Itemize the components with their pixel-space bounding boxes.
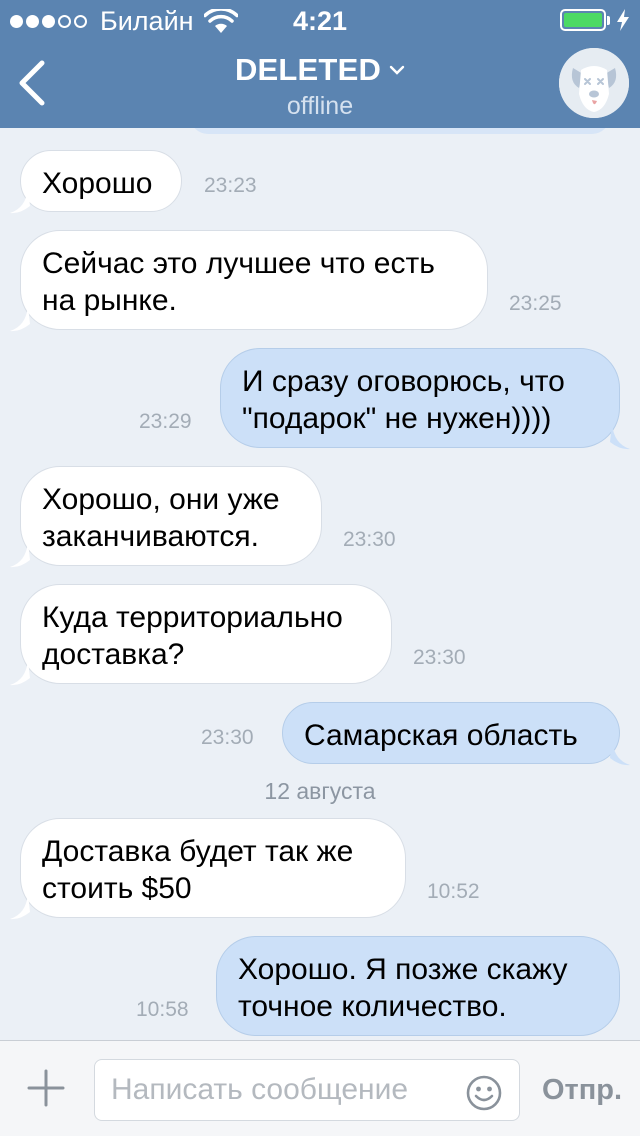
message-text: И сразу оговорюсь, что — [242, 365, 565, 398]
message-time: 23:25 — [509, 292, 562, 315]
deleted-dog-avatar-icon — [559, 48, 629, 118]
smiley-icon[interactable] — [466, 1075, 502, 1111]
outgoing-message[interactable]: И сразу оговорюсь, что "подарок" не нуже… — [220, 348, 620, 448]
compose-bar: Отпр. — [0, 1040, 640, 1136]
message-text: "подарок" не нужен)))) — [242, 402, 552, 435]
outgoing-message[interactable]: Хорошо. Я позже скажу точное количество. — [216, 936, 620, 1036]
message-text: на рынке. — [42, 284, 177, 317]
message-text: заканчиваются. — [42, 520, 259, 553]
incoming-message[interactable]: Хорошо, они уже заканчиваются. — [20, 466, 322, 566]
incoming-message[interactable]: Хорошо — [20, 150, 182, 212]
bubble-tail — [10, 188, 30, 214]
message-time: 23:29 — [139, 410, 192, 433]
date-separator: 12 августа — [264, 778, 376, 804]
message-time: 23:30 — [201, 726, 254, 749]
clock: 4:21 — [292, 6, 348, 36]
plus-icon[interactable] — [27, 1069, 65, 1107]
charging-bolt-icon — [617, 9, 629, 31]
bubble-tail — [610, 740, 630, 766]
chat-title-area[interactable]: DELETED offline — [120, 52, 520, 121]
message-text: Доставка будет так же — [42, 835, 354, 868]
incoming-message[interactable]: Доставка будет так же стоить $50 — [20, 818, 406, 918]
bubble-tail — [10, 894, 30, 920]
message-time: 23:30 — [413, 646, 466, 669]
message-text: доставка? — [42, 638, 185, 671]
bubble-tail — [10, 542, 30, 568]
nav-header: Билайн 4:21 DELETED offline — [0, 0, 640, 128]
message-time: 10:52 — [427, 880, 480, 903]
message-text: Самарская область — [304, 719, 578, 752]
back-chevron-icon[interactable] — [12, 58, 52, 108]
message-text: Сейчас это лучшее что есть — [42, 247, 435, 280]
bubble-tail — [610, 424, 630, 450]
message-text: стоить $50 — [42, 872, 192, 905]
contact-name: DELETED — [234, 52, 382, 87]
status-bar: Билайн 4:21 — [0, 0, 640, 40]
message-text: Хорошо — [42, 167, 153, 200]
message-input[interactable] — [94, 1059, 520, 1121]
message-text: точное количество. — [238, 990, 507, 1023]
message-text: Хорошо. Я позже скажу — [238, 953, 568, 986]
battery-icon — [560, 9, 630, 31]
chat-title[interactable]: DELETED — [235, 52, 405, 88]
avatar[interactable] — [559, 48, 629, 118]
incoming-message[interactable]: Куда территориально доставка? — [20, 584, 392, 684]
message-text: Куда территориально — [42, 601, 343, 634]
message-time: 23:23 — [204, 174, 257, 197]
message-text: Хорошо, они уже — [42, 483, 280, 516]
message-time: 10:58 — [136, 998, 189, 1021]
outgoing-message[interactable]: Самарская область — [282, 702, 620, 764]
bubble-tail — [10, 306, 30, 332]
bubble-tail — [10, 660, 30, 686]
incoming-message[interactable]: Сейчас это лучшее что есть на рынке. — [20, 230, 488, 330]
chevron-down-icon — [389, 65, 405, 75]
contact-status: offline — [286, 92, 354, 120]
message-list[interactable]: Хорошо 23:23 Сейчас это лучшее что есть … — [0, 128, 640, 1038]
send-button[interactable]: Отпр. — [532, 1069, 632, 1111]
partial-outgoing-bubble — [190, 128, 610, 134]
message-time: 23:30 — [343, 528, 396, 551]
